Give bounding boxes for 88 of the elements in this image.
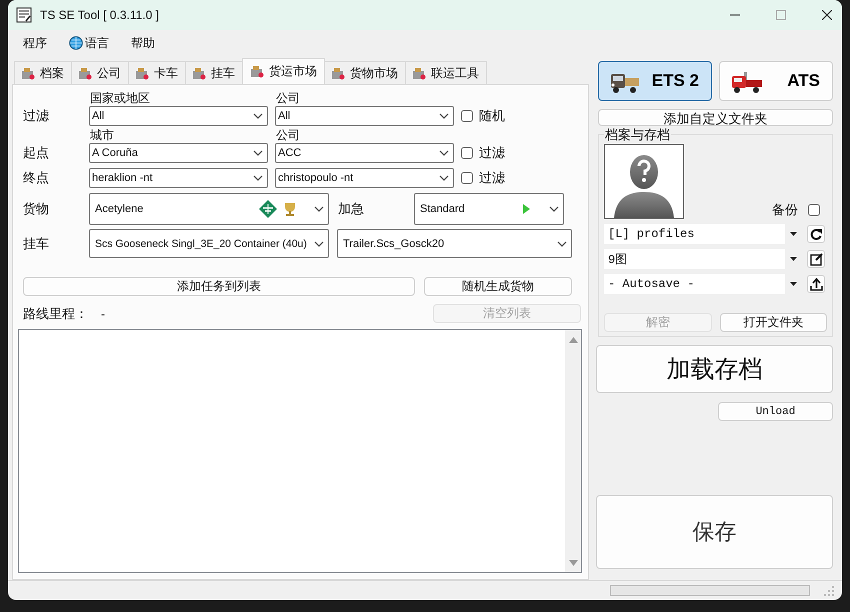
chevron-down-icon (253, 175, 263, 181)
field-label: 货物 (23, 200, 50, 218)
chevron-down-icon (549, 206, 559, 212)
dropdown[interactable]: Standard (414, 193, 564, 225)
group-title: 档案与存档 (604, 126, 671, 144)
dropdown[interactable]: [L] profiles (604, 224, 801, 244)
maximize-icon (776, 10, 786, 20)
chevron-down-icon (557, 240, 567, 246)
dropdown[interactable]: Scs Gooseneck Singl_3E_20 Container (40u) (89, 229, 329, 258)
box-icon (331, 66, 345, 80)
scroll-up-icon (568, 337, 578, 343)
game-button[interactable]: ATS (719, 61, 833, 101)
dropdown[interactable]: A Coruña (89, 143, 268, 163)
checkbox[interactable] (461, 172, 473, 184)
checkbox[interactable] (808, 204, 820, 216)
box-icon (250, 65, 264, 78)
dropdown-arrow-icon (790, 232, 796, 236)
chevron-down-icon (314, 206, 324, 212)
dropdown[interactable]: Acetylene (89, 193, 329, 225)
globe-icon (69, 36, 83, 50)
box-icon (78, 66, 92, 80)
hazard-diamond-icon (258, 199, 278, 219)
field-caption: 公司 (275, 128, 301, 143)
open-folder-button[interactable]: 打开文件夹 (720, 313, 827, 332)
dropdown[interactable]: All (89, 106, 268, 126)
field-caption: 公司 (275, 91, 301, 106)
dropdown[interactable]: All (275, 106, 454, 126)
refresh-icon (808, 226, 824, 242)
distance-label: 路线里程： (23, 304, 89, 322)
avatar-placeholder-icon (604, 144, 684, 219)
window-title: TS SE Tool [ 0.3.11.0 ] (40, 8, 159, 22)
icon-button[interactable] (807, 275, 825, 293)
checkbox-label: 过滤 (479, 169, 505, 187)
box-icon (192, 66, 206, 80)
dropdown-arrow-icon (790, 257, 796, 261)
add-job-button[interactable]: 添加任务到列表 (23, 277, 415, 296)
tab[interactable]: 货运市场 (242, 58, 325, 84)
load-save-button[interactable]: 加载存档 (596, 345, 833, 393)
field-label: 过滤 (23, 107, 50, 125)
scroll-down-icon (568, 560, 578, 566)
resize-grip-icon (824, 586, 834, 596)
chevron-down-icon (439, 113, 449, 119)
game-button[interactable]: ETS 2 (598, 61, 712, 101)
dropdown[interactable]: ACC (275, 143, 454, 163)
chevron-down-icon (439, 150, 449, 156)
checkbox-label: 备份 (772, 201, 798, 219)
menu-item[interactable]: 帮助 (131, 34, 155, 52)
menu-item[interactable]: 程序 (23, 34, 47, 52)
chevron-down-icon (253, 150, 263, 156)
field-label: 挂车 (23, 234, 50, 252)
field-label: 起点 (23, 144, 50, 162)
icon-button[interactable] (807, 225, 825, 243)
box-icon (21, 66, 35, 80)
icon-button[interactable] (807, 250, 825, 268)
dropdown-arrow-icon (790, 282, 796, 286)
box-icon (412, 66, 426, 80)
field-caption: 国家或地区 (89, 91, 151, 106)
chevron-down-icon (253, 113, 263, 119)
dropdown[interactable]: 9图 (604, 249, 801, 269)
dropdown[interactable]: Trailer.Scs_Gosck20 (337, 229, 572, 258)
dropdown[interactable]: - Autosave - (604, 274, 801, 294)
chevron-down-icon (439, 175, 449, 181)
edit-icon (808, 252, 824, 266)
save-button[interactable]: 保存 (596, 495, 833, 569)
box-icon (135, 66, 149, 80)
field-label: 加急 (337, 200, 365, 218)
menu-item[interactable]: 语言 (69, 34, 109, 52)
checkbox-label: 过滤 (479, 144, 505, 162)
checkbox-label: 随机 (479, 107, 505, 125)
checkbox[interactable] (461, 110, 473, 122)
unload-button[interactable]: Unload (718, 402, 833, 421)
tab[interactable]: 联运工具 (405, 61, 487, 84)
field-label: 终点 (23, 169, 50, 187)
app-icon (16, 7, 32, 23)
checkbox[interactable] (461, 147, 473, 159)
trophy-icon (282, 201, 298, 217)
close-icon (822, 10, 832, 20)
play-icon (522, 203, 531, 215)
random-cargo-button[interactable]: 随机生成货物 (424, 277, 572, 296)
chevron-down-icon (314, 240, 324, 246)
dropdown[interactable]: heraklion -nt (89, 168, 268, 188)
upload-icon (808, 276, 824, 292)
scrollbar[interactable] (565, 330, 581, 572)
dropdown[interactable]: christopoulo -nt (275, 168, 454, 188)
distance-value: - (101, 306, 106, 320)
add-folder-button[interactable]: 添加自定义文件夹 (598, 109, 833, 126)
tab[interactable]: 档案 (14, 61, 72, 84)
field-caption: 城市 (89, 128, 115, 143)
